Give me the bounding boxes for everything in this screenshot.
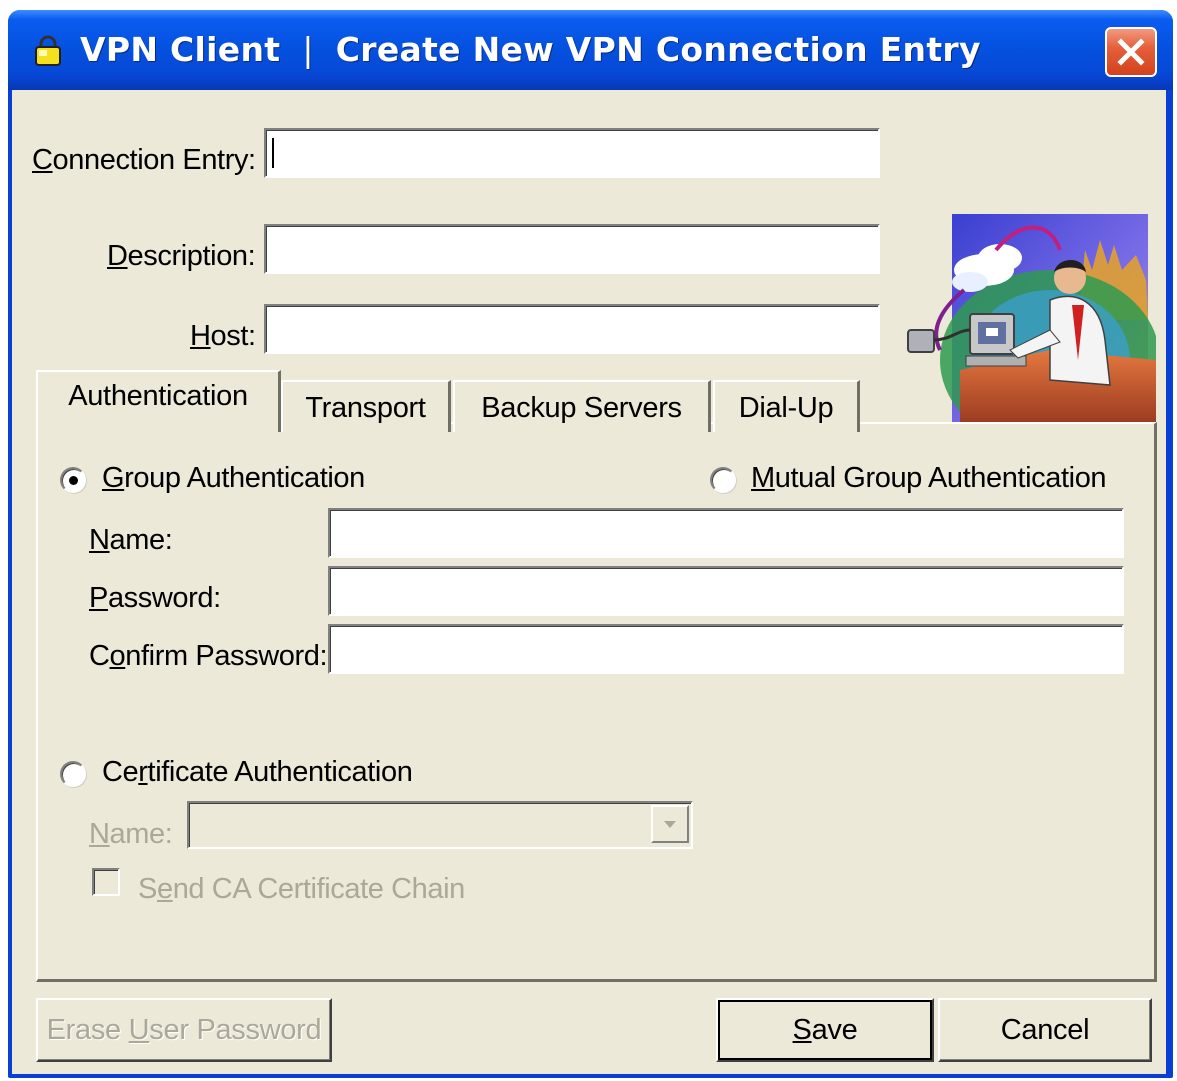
close-x-icon (1117, 38, 1145, 66)
group-authentication-label[interactable]: Group Authentication (102, 462, 365, 495)
dropdown-arrow-button[interactable] (651, 805, 689, 843)
mutual-group-authentication-radio[interactable] (710, 467, 736, 493)
tab-dial-up-label: Dial-Up (738, 392, 834, 424)
title-bar[interactable]: VPN Client | Create New VPN Connection Ent… (8, 10, 1173, 90)
connection-entry-label-rest: onnection Entry: (52, 144, 257, 176)
chevron-down-icon (664, 821, 676, 828)
dialog-body: Connection Entry: Description: Host: Aut… (12, 90, 1166, 1074)
certificate-name-dropdown[interactable] (187, 801, 693, 849)
tab-backup-servers[interactable]: Backup Servers (453, 380, 711, 432)
tab-transport[interactable]: Transport (281, 380, 451, 432)
group-name-label: Name: (89, 524, 173, 556)
description-input[interactable] (264, 224, 880, 274)
password-label: Password: (89, 582, 221, 614)
tab-authentication[interactable]: Authentication (36, 370, 281, 432)
send-ca-chain-label: Send CA Certificate Chain (138, 873, 465, 905)
app-name: VPN Client (80, 30, 281, 69)
title-separator: | (302, 30, 314, 69)
tab-transport-label: Transport (305, 392, 426, 424)
connection-entry-label: Connection Entry: (32, 144, 257, 176)
window-title: VPN Client | Create New VPN Connection Ent… (80, 30, 981, 69)
group-name-input[interactable] (328, 508, 1124, 558)
certificate-authentication-radio[interactable] (60, 761, 86, 787)
padlock-icon (32, 34, 64, 68)
send-ca-chain-checkbox[interactable] (92, 868, 120, 896)
tab-authentication-label: Authentication (68, 380, 248, 412)
radio-selected-dot (69, 476, 78, 485)
certificate-name-label: Name: (89, 818, 173, 850)
tab-dial-up[interactable]: Dial-Up (713, 380, 860, 432)
tab-backup-servers-label: Backup Servers (481, 392, 682, 424)
host-label: Host: (190, 320, 256, 352)
description-label: Description: (107, 240, 256, 272)
connection-entry-input[interactable] (264, 128, 880, 178)
close-button[interactable] (1105, 27, 1157, 77)
host-input[interactable] (264, 304, 880, 354)
save-button[interactable]: Save (716, 998, 934, 1062)
group-authentication-radio[interactable] (60, 467, 86, 493)
password-input[interactable] (328, 566, 1124, 616)
confirm-password-input[interactable] (328, 624, 1124, 674)
man-at-computer-network-illustration (900, 210, 1160, 450)
erase-user-password-button[interactable]: Erase User Password (36, 998, 332, 1062)
cancel-button[interactable]: Cancel (938, 998, 1152, 1062)
mutual-group-authentication-label[interactable]: Mutual Group Authentication (751, 462, 1107, 495)
confirm-password-label: Confirm Password: (89, 640, 328, 672)
text-caret (272, 138, 274, 168)
cancel-button-label: Cancel (1000, 1014, 1090, 1046)
dialog-title: Create New VPN Connection Entry (335, 30, 981, 69)
certificate-authentication-label[interactable]: Certificate Authentication (102, 756, 413, 789)
dialog-window: VPN Client | Create New VPN Connection Ent… (8, 10, 1173, 1078)
